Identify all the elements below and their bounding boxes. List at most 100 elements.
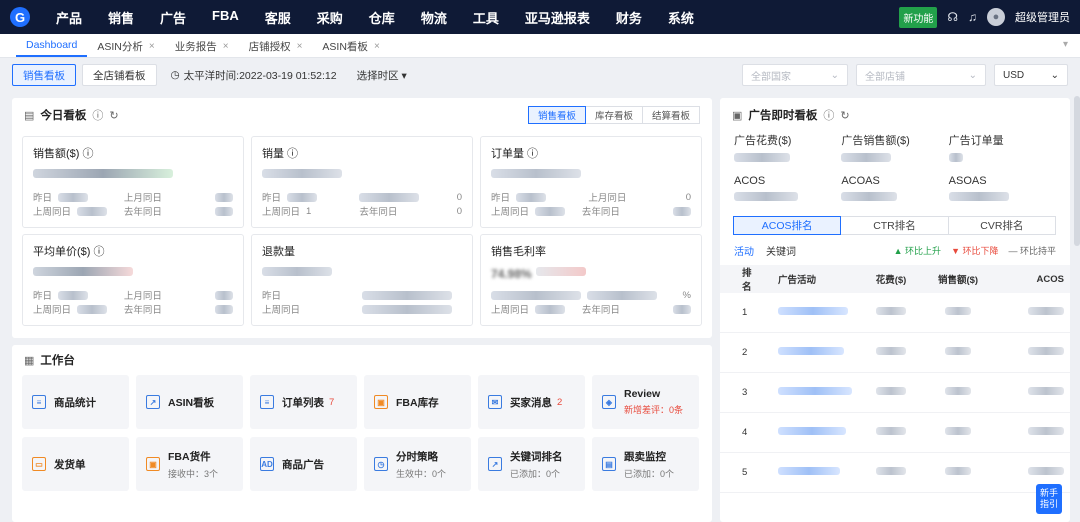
country-select[interactable]: 全部国家 ⌄ [742,64,848,86]
workbench-item[interactable]: ↗ 关键词排名 已添加：0个 [478,437,585,491]
nav-item-service[interactable]: 客服 [265,8,291,27]
compare-row: 上周同日 去年同日 [491,302,691,316]
nav-item-fba[interactable]: FBA [212,8,239,27]
workbench-item[interactable]: AD 商品广告 [250,437,357,491]
nav-item-warehouse[interactable]: 仓库 [369,8,395,27]
count-badge: 2 [557,396,563,408]
trend-legend: ▲ 环比上升 ▼ 环比下降 — 环比持平 [894,244,1056,257]
tab-asin-analysis[interactable]: ASIN分析 × [87,35,164,57]
close-icon[interactable]: × [149,41,155,52]
help-icon[interactable]: ⓘ [527,145,538,161]
close-icon[interactable]: × [223,41,229,52]
tab-cvr-rank[interactable]: CVR排名 [947,216,1056,235]
page-scrollbar[interactable] [1074,96,1080,246]
metric-label: 销售毛利率 [491,243,691,259]
nav-item-logistics[interactable]: 物流 [421,8,447,27]
ad-metric: 广告订单量 [948,132,1056,165]
workbench-label: 关键词排名 [510,450,563,463]
tab-asin-board[interactable]: ASIN看板 × [312,35,389,57]
nav-item-tools[interactable]: 工具 [473,8,499,27]
tab-sales-board[interactable]: 销售看板 [527,106,586,124]
sales-board-button[interactable]: 销售看板 [12,64,76,86]
nav-item-sales[interactable]: 销售 [108,8,134,27]
workbench-item[interactable]: ◷ 分时策略 生效中：0个 [364,437,471,491]
tab-campaign[interactable]: 活动 [734,243,754,258]
close-icon[interactable]: × [374,41,380,52]
table-row[interactable]: 1 [720,293,1070,333]
ad-metric: ACOS [734,175,841,204]
nav-item-purchase[interactable]: 采购 [317,8,343,27]
compare-label: 上月同日 [123,291,162,302]
workbench-item[interactable]: ✉ 买家消息 2 [478,375,585,429]
trend-flat-legend: — 环比持平 [1008,245,1056,256]
compare-row: 上周同日 去年同日 [33,302,233,316]
doc-icon: ≡ [32,395,46,409]
table-row[interactable]: 2 [720,333,1070,373]
compare-label: 昨日 [33,193,53,204]
tab-inventory-board[interactable]: 库存看板 [584,106,643,124]
bell-icon[interactable]: ♫ [968,10,977,24]
tab-acos-rank[interactable]: ACOS排名 [733,216,842,235]
tab-ctr-rank[interactable]: CTR排名 [840,216,949,235]
refresh-icon[interactable]: ↻ [109,109,118,122]
metric-grid: 销售额($) ⓘ 昨日 上月同日 上周同日 去年同日 销量 ⓘ 昨日 0 上周同日 1 去年同… [22,136,702,326]
store-select[interactable]: 全部店铺 ⌄ [856,64,986,86]
help-icon[interactable]: ⓘ [82,145,93,161]
trend-up-legend: ▲ 环比上升 [893,245,942,256]
grid-icon: ▦ [24,354,35,367]
table-row[interactable]: 5 [720,453,1070,493]
tab-keyword[interactable]: 关键词 [766,243,796,258]
tabs-more-icon[interactable]: ▾ [1063,39,1068,50]
tab-store-auth[interactable]: 店铺授权 × [239,35,313,57]
compare-row: 昨日 上月同日 0 [491,190,691,205]
workbench-item[interactable]: ▭ 发货单 [22,437,129,491]
logo[interactable]: G [10,7,36,27]
workbench-grid: ≡ 商品统计 ↗ ASIN看板 ≡ 订单列表 7 ▣ FBA库存 ✉ 买家消息 2 ◈ Revi… [22,375,702,491]
currency-select[interactable]: USD ⌄ [994,64,1068,86]
workbench-label: 分时策略 [396,450,438,463]
tab-dashboard[interactable]: Dashboard [16,35,88,57]
col-rank: 排名 [742,268,752,293]
nav-item-system[interactable]: 系统 [668,8,694,27]
panel-title: 今日看板 [40,110,87,122]
compare-row: 上周同日 去年同日 [491,204,691,218]
table-row[interactable]: 4 [720,413,1070,453]
headset-icon[interactable]: ☊ [947,10,958,24]
help-icon[interactable]: ⓘ [287,145,298,161]
ad-metric-label: 广告花费($) [734,135,792,147]
ad-metric-label: ACOAS [841,175,880,187]
board-subtabs: 销售看板 库存看板 结算看板 [527,106,700,124]
workbench-item[interactable]: ↗ ASIN看板 [136,375,243,429]
newbie-guide-button[interactable]: 新手指引 [1036,484,1062,514]
tab-business-report[interactable]: 业务报告 × [165,35,239,57]
help-icon[interactable]: ⓘ [93,243,104,259]
workbench-item[interactable]: ≡ 商品统计 [22,375,129,429]
workbench-item[interactable]: ◈ Review 新增差评：0条 [592,375,699,429]
close-icon[interactable]: × [297,41,303,52]
timezone-select[interactable]: 选择时区 ▾ [357,68,407,83]
metric-card-gross-margin: 销售毛利率 74.98% % 上周同日 去年同日 [480,234,702,326]
workbench-item[interactable]: ▤ 跟卖监控 已添加：0个 [592,437,699,491]
workbench-item[interactable]: ▣ FBA货件 接收中：3个 [136,437,243,491]
new-feature-button[interactable]: 新功能 [899,6,938,28]
compare-row: 上周同日 1 去年同日 0 [262,204,462,219]
compare-label: 上周同日 [33,305,72,316]
nav-item-amazon-reports[interactable]: 亚马逊报表 [525,8,590,27]
workbench-item[interactable]: ≡ 订单列表 7 [250,375,357,429]
avatar[interactable]: ● [987,8,1005,26]
all-store-board-button[interactable]: 全店铺看板 [82,64,157,86]
panel-title: 工作台 [40,355,75,367]
workbench-label: 买家消息 [510,396,552,409]
help-icon[interactable]: ⓘ [823,107,834,123]
nav-item-product[interactable]: 产品 [56,8,82,27]
table-row[interactable]: 3 [720,373,1070,413]
nav-item-ads[interactable]: 广告 [160,8,186,27]
nav-item-finance[interactable]: 财务 [616,8,642,27]
refresh-icon[interactable]: ↻ [840,109,849,122]
help-icon[interactable]: ⓘ [92,107,103,123]
username[interactable]: 超级管理员 [1015,9,1070,25]
metric-card-avg-price: 平均单价($) ⓘ 昨日 上月同日 上周同日 去年同日 [22,234,244,326]
rank-icon: ↗ [488,457,502,471]
tab-settlement-board[interactable]: 结算看板 [641,106,700,124]
workbench-item[interactable]: ▣ FBA库存 [364,375,471,429]
